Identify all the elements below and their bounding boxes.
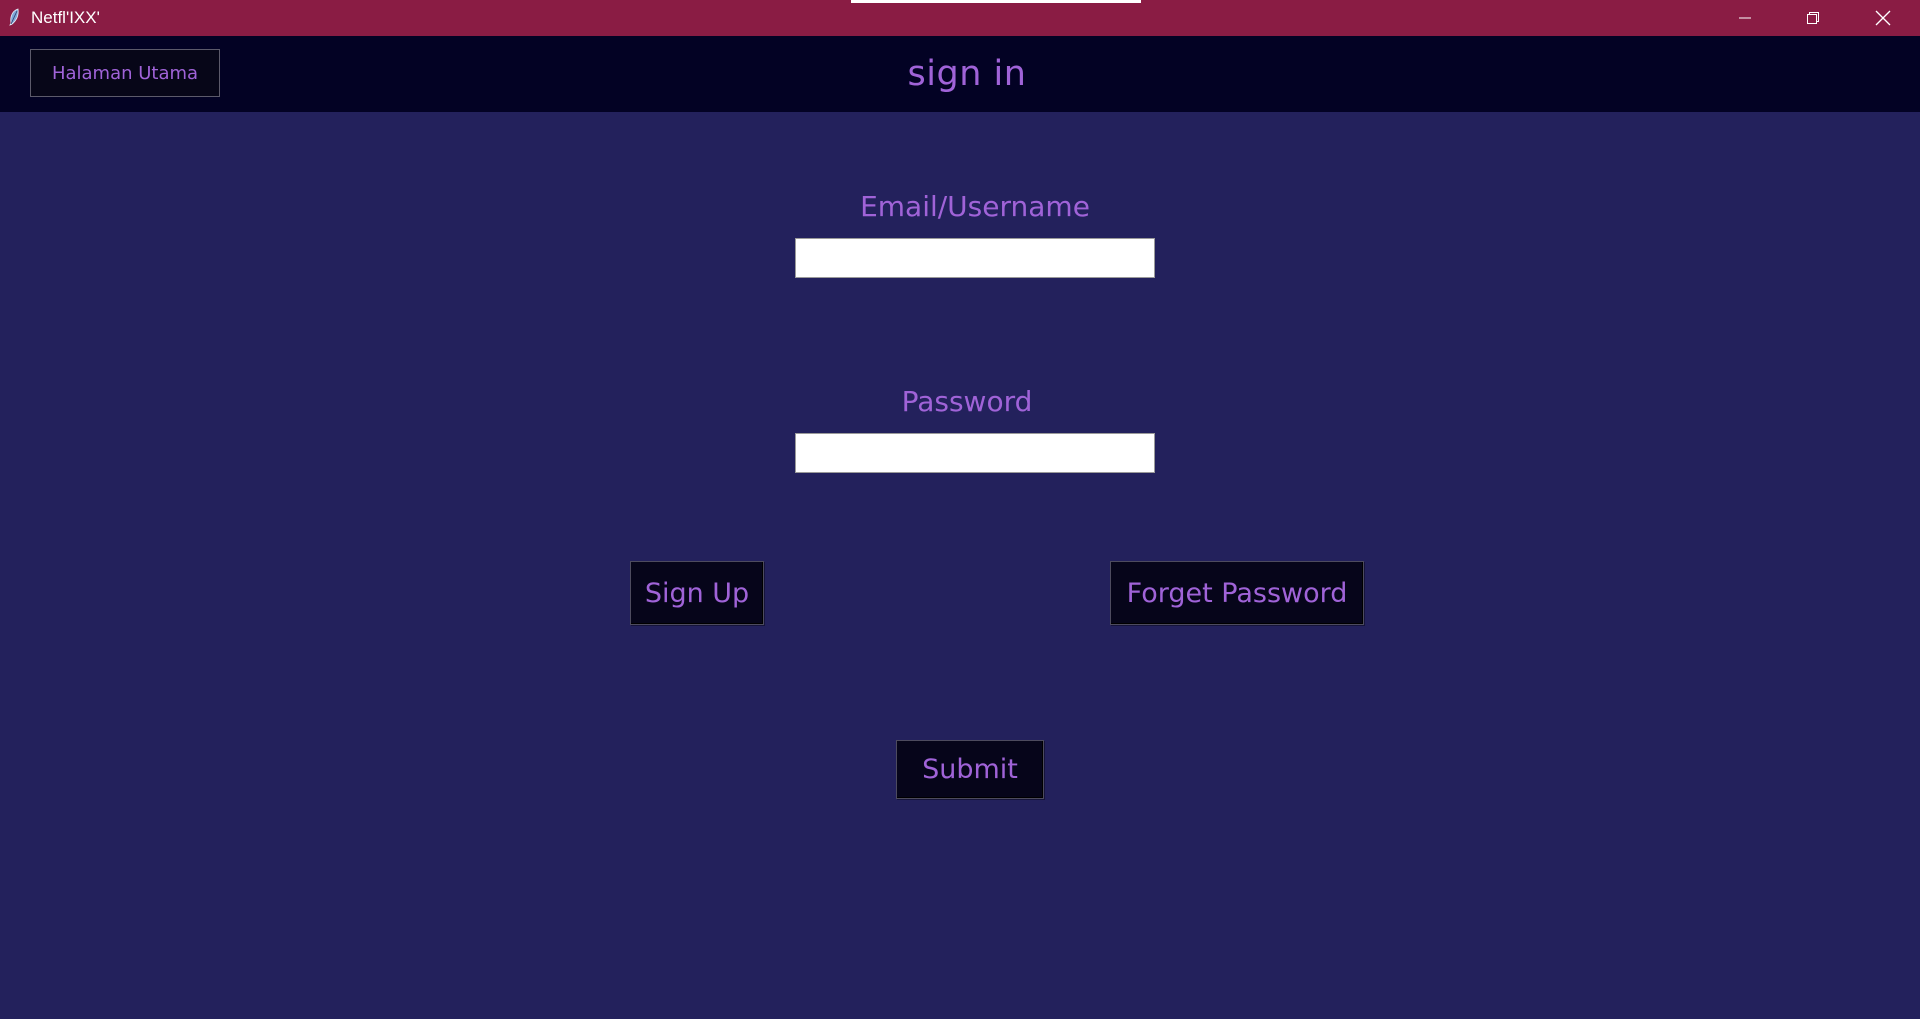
- restore-button[interactable]: [1778, 0, 1848, 36]
- header-bar: sign in Halaman Utama: [0, 36, 1920, 112]
- app-window: Netfl'IXX' sign in Halaman Utama Email/U…: [0, 0, 1920, 1019]
- close-icon: [1875, 10, 1891, 26]
- window-title: Netfl'IXX': [31, 8, 100, 27]
- minimize-icon: [1739, 17, 1751, 19]
- forget-password-button[interactable]: Forget Password: [1110, 561, 1364, 625]
- minimize-button[interactable]: [1710, 0, 1780, 36]
- password-label: Password: [901, 385, 1033, 418]
- close-button[interactable]: [1848, 0, 1918, 36]
- email-field[interactable]: [795, 238, 1155, 278]
- password-field[interactable]: [795, 433, 1155, 473]
- restore-icon: [1807, 12, 1819, 24]
- title-bar[interactable]: Netfl'IXX': [0, 0, 1920, 36]
- home-button[interactable]: Halaman Utama: [30, 49, 220, 97]
- title-bar-highlight: [851, 0, 1141, 3]
- feather-icon: [9, 8, 19, 26]
- sign-up-button[interactable]: Sign Up: [630, 561, 764, 625]
- email-label: Email/Username: [860, 190, 1090, 223]
- submit-button[interactable]: Submit: [896, 740, 1044, 799]
- page-title: sign in: [907, 54, 1027, 94]
